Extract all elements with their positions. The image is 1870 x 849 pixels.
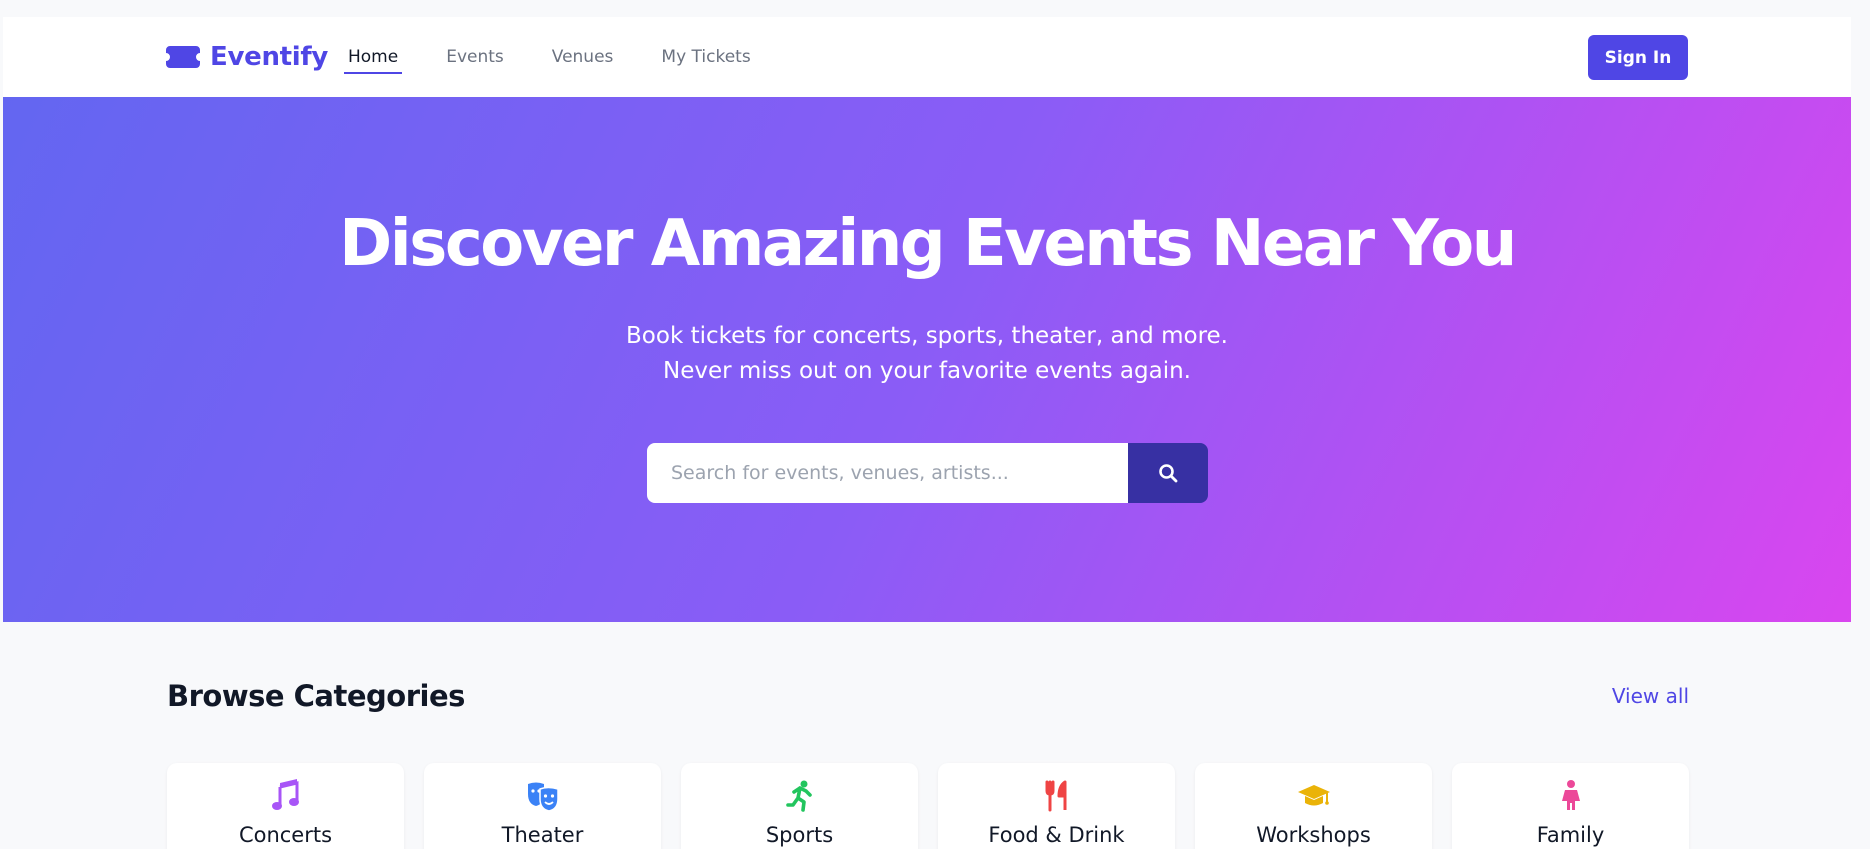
nav-events[interactable]: Events — [446, 45, 504, 74]
category-card-family[interactable]: Family — [1452, 763, 1689, 849]
brand-logo[interactable]: Eventify — [166, 39, 328, 75]
category-label: Family — [1536, 823, 1605, 847]
category-card-workshops[interactable]: Workshops — [1195, 763, 1432, 849]
search-icon — [1159, 464, 1178, 483]
theater-masks-icon — [527, 782, 559, 812]
hero-section: Discover Amazing Events Near You Book ti… — [3, 97, 1851, 622]
nav-venues[interactable]: Venues — [552, 45, 614, 74]
brand-name: Eventify — [210, 42, 329, 72]
category-label: Workshops — [1256, 823, 1371, 847]
category-label: Theater — [501, 823, 584, 847]
category-card-food-drink[interactable]: Food & Drink — [938, 763, 1175, 849]
page-frame: Eventify Home Events Venues My Tickets S… — [3, 17, 1851, 849]
utensils-icon — [1045, 780, 1066, 812]
main-nav: Home Events Venues My Tickets — [343, 45, 799, 74]
categories-grid: Concerts Theater Sports Food & Drink Wor… — [167, 763, 1691, 849]
categories-title: Browse Categories — [167, 679, 465, 713]
category-label: Concerts — [238, 823, 333, 847]
nav-my-tickets[interactable]: My Tickets — [661, 45, 750, 74]
graduation-cap-icon — [1297, 785, 1330, 806]
child-icon — [1561, 780, 1580, 811]
category-label: Food & Drink — [988, 823, 1125, 847]
hero-subtitle-line-1: Book tickets for concerts, sports, theat… — [626, 323, 1228, 349]
category-card-sports[interactable]: Sports — [681, 763, 918, 849]
sign-in-button[interactable]: Sign In — [1588, 35, 1688, 80]
nav-home[interactable]: Home — [343, 45, 403, 74]
hero-subtitle: Book tickets for concerts, sports, theat… — [3, 319, 1851, 389]
ticket-icon — [166, 46, 200, 68]
music-icon — [271, 779, 299, 810]
category-card-concerts[interactable]: Concerts — [167, 763, 404, 849]
view-all-link[interactable]: View all — [1612, 684, 1689, 708]
category-card-theater[interactable]: Theater — [424, 763, 661, 849]
running-icon — [785, 780, 812, 812]
top-header: Eventify Home Events Venues My Tickets S… — [3, 17, 1851, 97]
categories-header: Browse Categories View all — [167, 679, 1689, 713]
category-label: Sports — [765, 823, 834, 847]
search-button[interactable] — [1128, 443, 1208, 503]
search-input[interactable] — [647, 443, 1128, 503]
hero-subtitle-line-2: Never miss out on your favorite events a… — [663, 358, 1191, 384]
search-bar — [647, 443, 1208, 503]
hero-title: Discover Amazing Events Near You — [339, 207, 1517, 281]
